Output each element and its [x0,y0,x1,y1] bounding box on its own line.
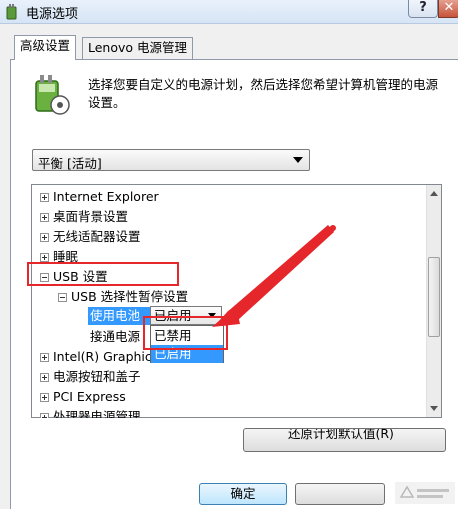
annotation-box-option [143,316,228,350]
tree-item-wireless-adapter[interactable]: 无线适配器设置 [40,227,141,247]
tree-item-processor-power[interactable]: 处理器电源管理 [40,407,141,418]
expand-icon[interactable] [40,393,49,402]
power-plan-value: 平衡 [活动] [38,156,102,171]
watermark-logo [395,482,455,504]
power-options-icon [6,4,17,20]
expand-icon[interactable] [40,353,49,362]
collapse-icon[interactable] [58,293,67,302]
chevron-down-icon [293,157,303,163]
tree-item-pci-express[interactable]: PCI Express [40,387,126,407]
tree-item-on-battery[interactable]: 使用电池 [88,307,150,325]
close-button[interactable]: ✕ [438,0,458,18]
title-bar: 电源选项 ? ✕ [0,0,458,24]
tab-lenovo-power-management[interactable]: Lenovo 电源管理 [82,37,194,59]
help-button[interactable]: ? [408,0,438,18]
window-title: 电源选项 [26,7,79,22]
expand-icon[interactable] [40,413,49,418]
expand-icon[interactable] [40,233,49,242]
expand-icon[interactable] [40,213,49,222]
power-plan-select[interactable]: 平衡 [活动] [32,149,310,171]
tree-item-internet-explorer[interactable]: Internet Explorer [40,187,159,207]
tree-item-desktop-background[interactable]: 桌面背景设置 [40,207,128,227]
tree-item-intel-graphics[interactable]: Intel(R) Graphics Settings [40,347,150,367]
intro-text: 选择您要自定义的电源计划，然后选择您希望计算机管理的电源设置。 [88,77,439,110]
tree-scrollbar[interactable] [426,185,441,417]
tree-item-usb-selective-suspend[interactable]: USB 选择性暂停设置 [58,287,188,307]
tree-item-plugged-in[interactable]: 接通电源 [90,327,140,347]
scroll-thumb[interactable] [428,257,440,337]
power-plan-icon [35,75,70,115]
cancel-button[interactable] [295,483,385,505]
ok-button[interactable]: 确定 [199,483,287,505]
tree-item-power-buttons-lid[interactable]: 电源按钮和盖子 [40,367,141,387]
restore-defaults-button[interactable]: 还原计划默认值(R) [243,428,446,452]
annotation-box-usb [27,262,179,286]
tab-advanced-settings[interactable]: 高级设置 [14,35,77,60]
expand-icon[interactable] [40,193,49,202]
expand-icon[interactable] [40,253,49,262]
scroll-down-icon[interactable] [430,406,438,411]
expand-icon[interactable] [40,373,49,382]
scroll-up-icon[interactable] [430,191,438,196]
